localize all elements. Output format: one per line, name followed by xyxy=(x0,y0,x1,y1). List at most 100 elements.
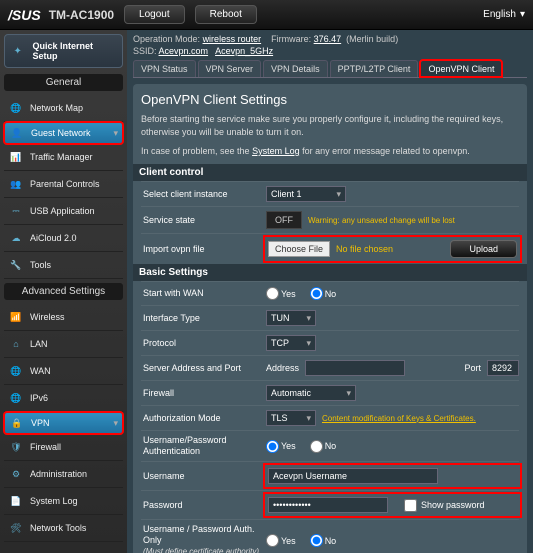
choose-file-button[interactable]: Choose File xyxy=(268,241,330,257)
interface-select[interactable]: TUN xyxy=(266,310,316,326)
service-state-toggle[interactable]: OFF xyxy=(266,211,302,229)
globe-icon: 🌐 xyxy=(8,100,24,116)
username-input[interactable] xyxy=(268,468,438,484)
nav-label: Administration xyxy=(30,469,87,479)
opmode-link[interactable]: wireless router xyxy=(203,34,262,44)
nav-label: Traffic Manager xyxy=(30,152,93,162)
reboot-button[interactable]: Reboot xyxy=(195,5,257,24)
sidebar-item-wan[interactable]: 🌐WAN xyxy=(4,358,123,385)
sidebar-item-network-tools[interactable]: 🛠 Network Tools xyxy=(4,515,123,542)
tools-icon: 🛠 xyxy=(8,520,24,536)
chevron-down-icon: ▾ xyxy=(520,9,525,20)
nav-label: System Log xyxy=(30,496,78,506)
sidebar-item-lan[interactable]: ⌂LAN xyxy=(4,331,123,358)
keys-certs-link[interactable]: Content modification of Keys & Certifica… xyxy=(322,414,476,423)
system-log-link[interactable]: System Log xyxy=(252,146,300,156)
sidebar-item-ipv6[interactable]: 🌐 IPv6 xyxy=(4,385,123,412)
user-icon: 👤 xyxy=(9,125,25,141)
show-password-toggle[interactable]: Show password xyxy=(404,499,485,512)
gear-icon: ⚙ xyxy=(8,466,24,482)
nav-label: IPv6 xyxy=(30,393,48,403)
client-instance-select[interactable]: Client 1 xyxy=(266,186,346,202)
sidebar-item-firewall[interactable]: 🛡Firewall xyxy=(4,434,123,461)
password-input[interactable] xyxy=(268,497,388,513)
wifi-icon: 📶 xyxy=(8,309,24,325)
nav-label: Tools xyxy=(30,260,51,270)
tab-openvpn-client[interactable]: OpenVPN Client xyxy=(420,60,502,77)
build-label: (Merlin build) xyxy=(346,34,398,44)
sidebar-item-guest-network[interactable]: 👤 Guest Network xyxy=(4,122,123,144)
tab-vpn-server[interactable]: VPN Server xyxy=(198,60,262,77)
logout-button[interactable]: Logout xyxy=(124,5,185,24)
shield-icon: 🛡 xyxy=(8,439,24,455)
auth-mode-select[interactable]: TLS xyxy=(266,410,316,426)
protocol-select[interactable]: TCP xyxy=(266,335,316,351)
ssid-label: SSID: xyxy=(133,46,157,56)
brand-logo: /SUS xyxy=(8,7,41,23)
port-input[interactable] xyxy=(487,360,519,376)
sidebar-item-administration[interactable]: ⚙ Administration xyxy=(4,461,123,488)
fw-link[interactable]: 376.47 xyxy=(314,34,342,44)
nav-label: Network Tools xyxy=(30,523,86,533)
lock-icon: 🔒 xyxy=(9,415,25,431)
sidebar-item-usb-application[interactable]: ⎓ USB Application xyxy=(4,198,123,225)
setup-icon: ✦ xyxy=(9,42,26,60)
nav-label: Network Map xyxy=(30,103,83,113)
user-label: Username xyxy=(141,471,266,482)
import-label: Import ovpn file xyxy=(141,244,266,255)
addr-label: Server Address and Port xyxy=(141,363,266,374)
model-label: TM-AC1900 xyxy=(49,8,114,22)
quick-internet-setup[interactable]: ✦ Quick Internet Setup xyxy=(4,34,123,68)
nav-label: Guest Network xyxy=(31,128,91,138)
sidebar-item-traffic-manager[interactable]: 📊 Traffic Manager xyxy=(4,144,123,171)
sidebar-item-tools[interactable]: 🔧 Tools xyxy=(4,252,123,279)
addr-pre: Address xyxy=(266,363,299,373)
sidebar-item-wireless[interactable]: 📶 Wireless xyxy=(4,304,123,331)
address-input[interactable] xyxy=(305,360,405,376)
globe-icon: 🌐 xyxy=(8,390,24,406)
proto-label: Protocol xyxy=(141,338,266,349)
upa-label: Username/Password Authentication xyxy=(141,435,266,457)
wrench-icon: 🔧 xyxy=(8,257,24,273)
upa-yes[interactable]: Yes xyxy=(266,440,296,453)
nav-label: Parental Controls xyxy=(30,179,100,189)
upa2-no[interactable]: No xyxy=(310,534,337,547)
usb-icon: ⎓ xyxy=(8,203,24,219)
pass-label: Password xyxy=(141,500,266,511)
startwan-yes[interactable]: Yes xyxy=(266,287,296,300)
panel-desc1: Before starting the service make sure yo… xyxy=(141,113,519,139)
state-label: Service state xyxy=(141,215,266,226)
firewall-select[interactable]: Automatic xyxy=(266,385,356,401)
people-icon: 👥 xyxy=(8,176,24,192)
ssid1-link[interactable]: Acevpn.com xyxy=(159,46,209,56)
tab-pptp-l2tp[interactable]: PPTP/L2TP Client xyxy=(330,60,419,77)
upa2-label: Username / Password Auth. Only(Must defi… xyxy=(141,524,266,553)
tab-vpn-details[interactable]: VPN Details xyxy=(263,60,328,77)
upa2-yes[interactable]: Yes xyxy=(266,534,296,547)
language-select[interactable]: English ▾ xyxy=(483,9,525,20)
ssid2-link[interactable]: Acevpn_5GHz xyxy=(215,46,273,56)
upa-no[interactable]: No xyxy=(310,440,337,453)
state-warning: Warning: any unsaved change will be lost xyxy=(308,216,455,225)
iface-label: Interface Type xyxy=(141,313,266,324)
sidebar-item-network-map[interactable]: 🌐 Network Map xyxy=(4,95,123,122)
doc-icon: 📄 xyxy=(8,493,24,509)
sidebar-item-system-log[interactable]: 📄 System Log xyxy=(4,488,123,515)
section-advanced: Advanced Settings xyxy=(4,283,123,300)
fw-label: Firewall xyxy=(141,388,266,399)
sidebar-item-parental-controls[interactable]: 👥 Parental Controls xyxy=(4,171,123,198)
gauge-icon: 📊 xyxy=(8,149,24,165)
nav-label: USB Application xyxy=(30,206,95,216)
qis-label: Quick Internet Setup xyxy=(32,41,118,61)
tab-vpn-status[interactable]: VPN Status xyxy=(133,60,196,77)
startwan-no[interactable]: No xyxy=(310,287,337,300)
sidebar-item-aicloud[interactable]: ☁ AiCloud 2.0 xyxy=(4,225,123,252)
sidebar-item-vpn[interactable]: 🔒VPN xyxy=(4,412,123,434)
nav-label: Wireless xyxy=(30,312,65,322)
no-file-text: No file chosen xyxy=(336,244,393,254)
auth-label: Authorization Mode xyxy=(141,413,266,424)
language-label: English xyxy=(483,9,516,20)
cloud-icon: ☁ xyxy=(8,230,24,246)
upload-button[interactable]: Upload xyxy=(450,240,517,258)
nav-label: AiCloud 2.0 xyxy=(30,233,77,243)
